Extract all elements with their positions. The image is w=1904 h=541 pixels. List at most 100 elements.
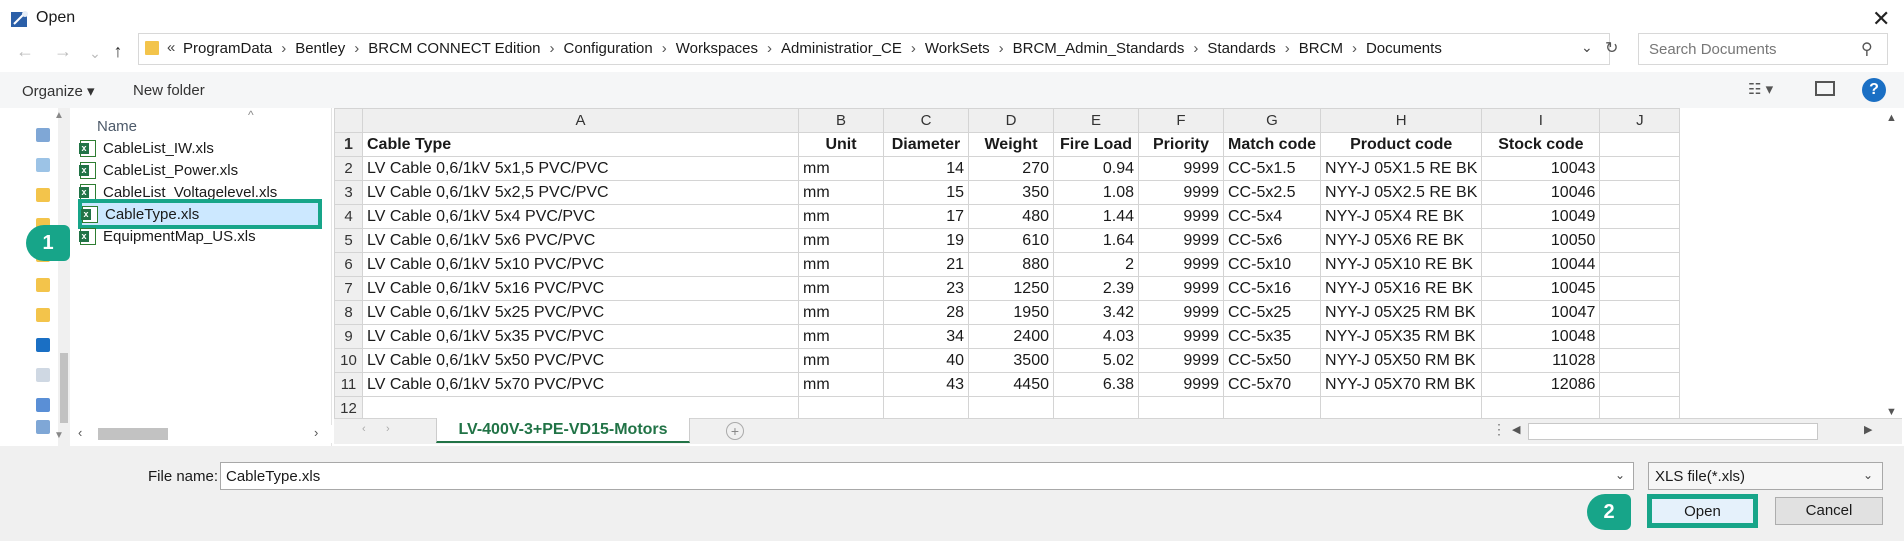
row-header[interactable]: 3	[334, 180, 363, 205]
chevron-down-icon[interactable]: ⌄	[1863, 468, 1873, 482]
sheet-vscrollbar[interactable]: ▲ ▼	[1882, 108, 1902, 420]
table-cell[interactable]: CC-5x35	[1222, 324, 1322, 349]
file-list-item[interactable]: EquipmentMap_US.xls	[79, 223, 320, 249]
breadcrumb-chevron-icon[interactable]: ›	[354, 40, 359, 57]
table-cell[interactable]: LV Cable 0,6/1kV 5x70 PVC/PVC	[362, 372, 799, 397]
table-cell[interactable]: 880	[968, 252, 1054, 277]
address-dropdown-icon[interactable]: ⌄	[1581, 39, 1593, 56]
table-cell[interactable]: 9999	[1138, 348, 1224, 373]
add-sheet-icon[interactable]: +	[726, 422, 744, 440]
column-header[interactable]: B	[798, 108, 884, 133]
organize-button[interactable]: Organize ▾	[22, 82, 95, 100]
table-cell[interactable]: CC-5x6	[1222, 228, 1322, 253]
table-cell[interactable]: Fire Load	[1053, 132, 1139, 157]
row-header[interactable]: 7	[334, 276, 363, 301]
table-cell[interactable]	[1320, 396, 1483, 420]
table-cell[interactable]: LV Cable 0,6/1kV 5x2,5 PVC/PVC	[362, 180, 799, 205]
row-header[interactable]: 6	[334, 252, 363, 277]
table-cell[interactable]: NYY-J 05X1.5 RE BK	[1320, 156, 1483, 181]
table-cell[interactable]: 23	[883, 276, 969, 301]
back-button[interactable]: ←	[10, 36, 40, 66]
table-cell[interactable]: 9999	[1138, 300, 1224, 325]
open-button[interactable]: Open	[1650, 497, 1755, 525]
computer-icon[interactable]	[36, 128, 50, 142]
table-cell[interactable]: 12086	[1481, 372, 1601, 397]
search-input[interactable]: Search Documents ⚲	[1638, 33, 1888, 65]
document-icon[interactable]	[36, 368, 50, 382]
table-cell[interactable]: 9999	[1138, 324, 1224, 349]
preview-pane-icon[interactable]	[1815, 81, 1835, 96]
table-cell[interactable]	[1599, 132, 1681, 157]
table-cell[interactable]	[968, 396, 1054, 420]
table-cell[interactable]: 21	[883, 252, 969, 277]
table-cell[interactable]: Product code	[1320, 132, 1483, 157]
file-name-field[interactable]: CableType.xls ⌄	[220, 462, 1634, 490]
table-cell[interactable]: mm	[798, 180, 884, 205]
table-cell[interactable]: mm	[798, 204, 884, 229]
table-cell[interactable]: 9999	[1138, 156, 1224, 181]
table-cell[interactable]	[1599, 372, 1681, 397]
table-cell[interactable]	[1599, 204, 1681, 229]
name-column-header[interactable]: Name	[97, 118, 137, 135]
scroll-up-icon[interactable]: ▲	[54, 110, 64, 121]
folder-icon[interactable]	[36, 188, 50, 202]
scroll-left-icon[interactable]: ◀	[1512, 423, 1520, 436]
refresh-icon[interactable]: ↻	[1605, 38, 1618, 58]
table-cell[interactable]: NYY-J 05X50 RM BK	[1320, 348, 1483, 373]
row-header[interactable]: 12	[334, 396, 363, 420]
table-cell[interactable]: 480	[968, 204, 1054, 229]
column-header[interactable]: H	[1320, 108, 1483, 133]
table-cell[interactable]	[1599, 348, 1681, 373]
table-cell[interactable]: 350	[968, 180, 1054, 205]
table-cell[interactable]	[798, 396, 884, 420]
table-cell[interactable]: CC-5x4	[1222, 204, 1322, 229]
table-cell[interactable]: 10048	[1481, 324, 1601, 349]
table-cell[interactable]: 1.08	[1053, 180, 1139, 205]
table-cell[interactable]: 28	[883, 300, 969, 325]
folder-icon[interactable]	[36, 308, 50, 322]
table-cell[interactable]: CC-5x50	[1222, 348, 1322, 373]
library-icon[interactable]	[36, 158, 50, 172]
table-cell[interactable]: CC-5x25	[1222, 300, 1322, 325]
table-cell[interactable]	[1599, 276, 1681, 301]
prev-sheet-icon[interactable]: ‹	[362, 423, 366, 435]
chevron-down-icon[interactable]: ⌄	[1615, 468, 1625, 482]
table-cell[interactable]: 1.64	[1053, 228, 1139, 253]
table-cell[interactable]	[1599, 300, 1681, 325]
table-cell[interactable]: Diameter	[883, 132, 969, 157]
nav-pane-scrollbar[interactable]	[58, 108, 70, 446]
breadcrumb-item[interactable]: Workspaces	[676, 40, 758, 57]
table-cell[interactable]: LV Cable 0,6/1kV 5x10 PVC/PVC	[362, 252, 799, 277]
table-cell[interactable]: CC-5x2.5	[1222, 180, 1322, 205]
table-cell[interactable]	[1599, 396, 1681, 420]
table-cell[interactable]: NYY-J 05X10 RE BK	[1320, 252, 1483, 277]
column-header[interactable]: G	[1222, 108, 1322, 133]
table-cell[interactable]: 1950	[968, 300, 1054, 325]
breadcrumb-chevron-icon[interactable]: ›	[550, 40, 555, 57]
table-cell[interactable]: 10050	[1481, 228, 1601, 253]
table-cell[interactable]: 4.03	[1053, 324, 1139, 349]
column-header[interactable]: A	[362, 108, 799, 133]
table-cell[interactable]: NYY-J 05X2.5 RE BK	[1320, 180, 1483, 205]
breadcrumb-chevron-icon[interactable]: ›	[1285, 40, 1290, 57]
table-cell[interactable]	[1599, 156, 1681, 181]
table-cell[interactable]: 10049	[1481, 204, 1601, 229]
sheet-hscrollbar[interactable]	[1528, 423, 1818, 440]
table-cell[interactable]: mm	[798, 372, 884, 397]
breadcrumb-item[interactable]: Bentley	[295, 40, 345, 57]
table-cell[interactable]: Cable Type	[362, 132, 799, 157]
table-cell[interactable]: 270	[968, 156, 1054, 181]
table-cell[interactable]: 11028	[1481, 348, 1601, 373]
overflow-chevron-icon[interactable]: «	[167, 39, 175, 56]
table-cell[interactable]: 0.94	[1053, 156, 1139, 181]
breadcrumb-item[interactable]: WorkSets	[925, 40, 990, 57]
table-cell[interactable]: NYY-J 05X4 RE BK	[1320, 204, 1483, 229]
breadcrumb-item[interactable]: Documents	[1366, 40, 1442, 57]
table-cell[interactable]: 610	[968, 228, 1054, 253]
table-cell[interactable]	[1138, 396, 1224, 420]
breadcrumb-item[interactable]: Configuration	[564, 40, 653, 57]
table-cell[interactable]: 2	[1053, 252, 1139, 277]
table-cell[interactable]	[1599, 252, 1681, 277]
table-cell[interactable]: Weight	[968, 132, 1054, 157]
table-cell[interactable]: 9999	[1138, 372, 1224, 397]
